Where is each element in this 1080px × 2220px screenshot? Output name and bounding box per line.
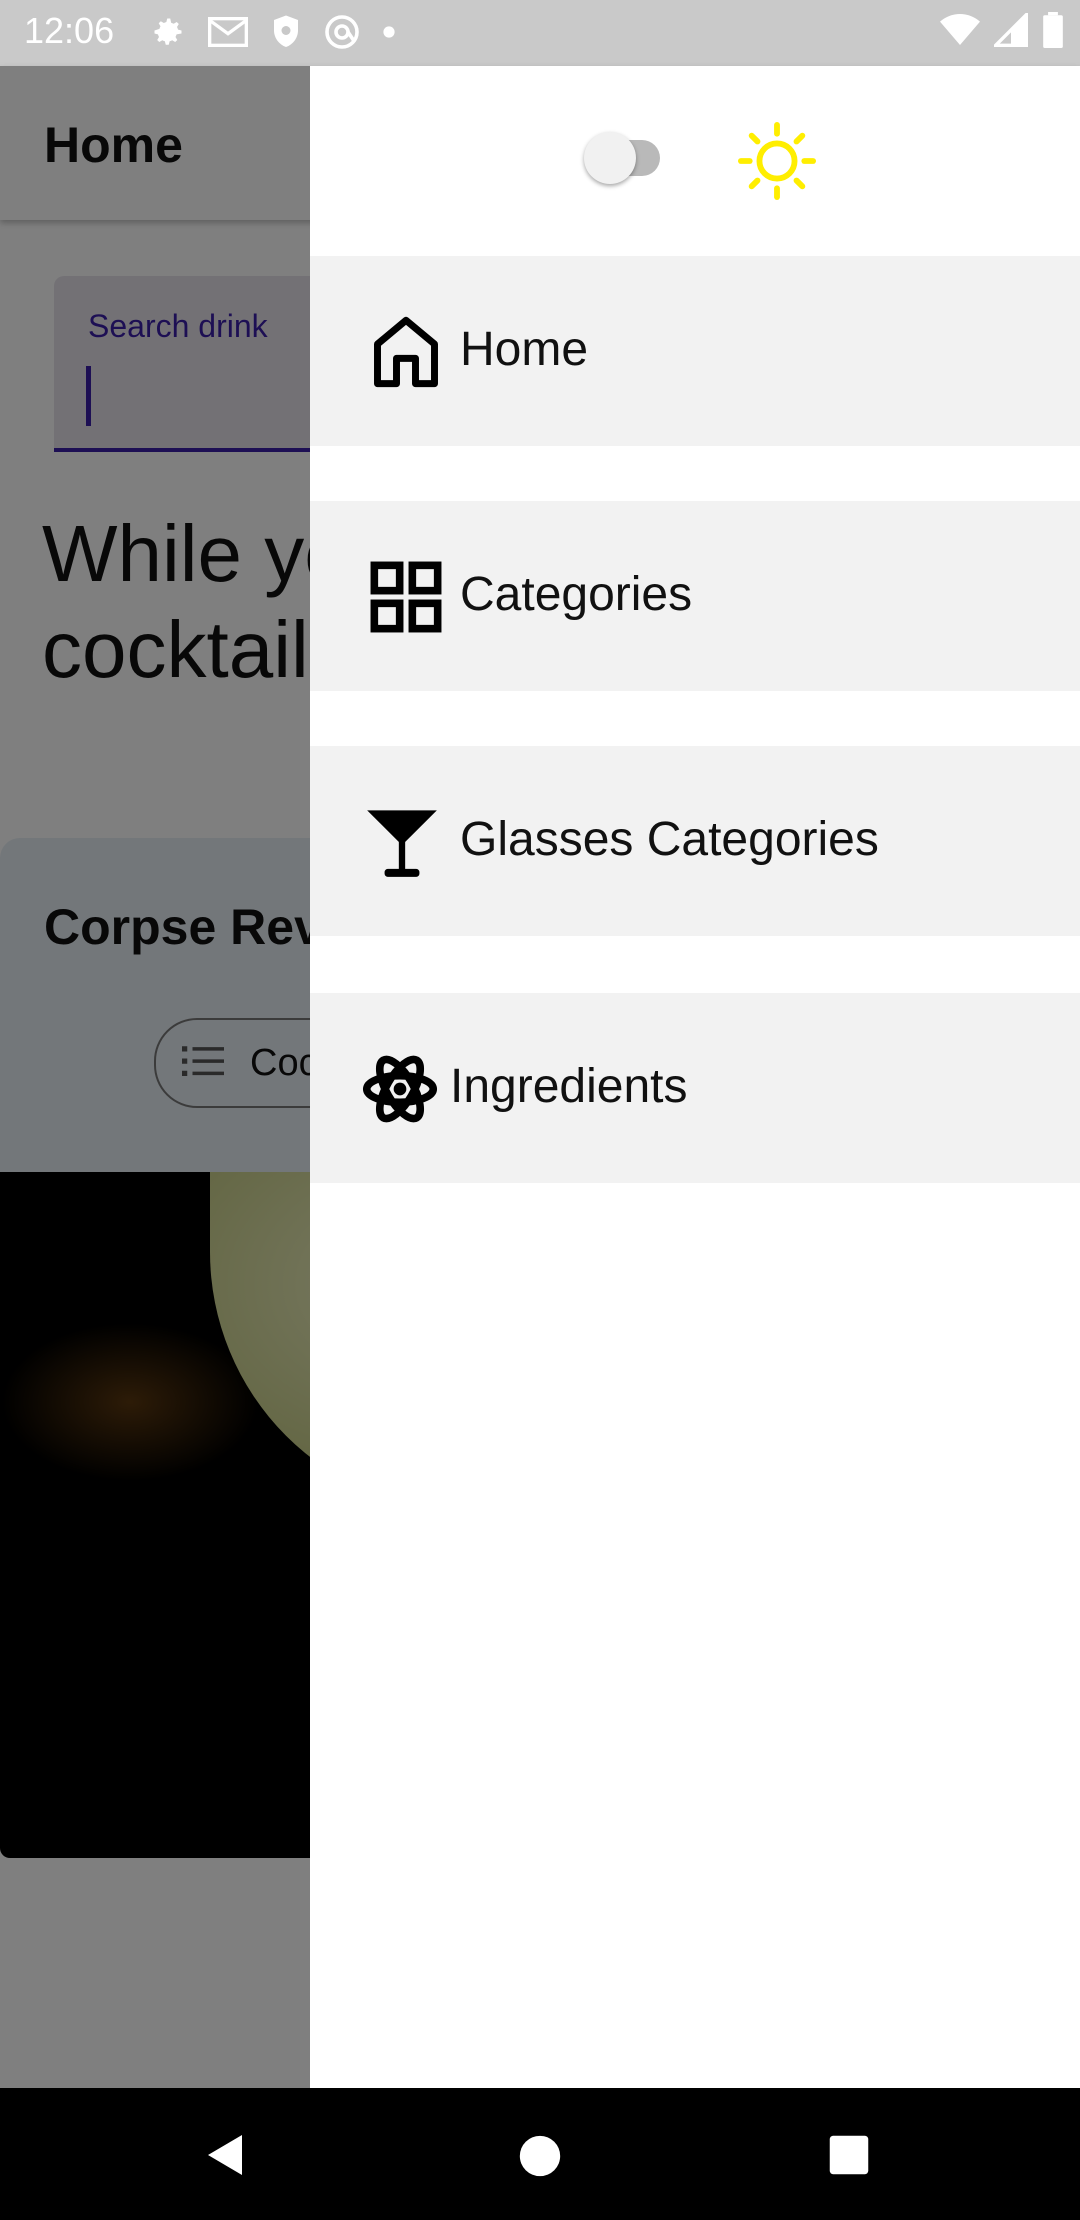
settings-icon — [154, 18, 182, 45]
theme-toggle-thumb[interactable] — [584, 132, 636, 184]
recents-square-icon[interactable] — [828, 2134, 870, 2176]
sun-icon — [738, 122, 816, 200]
theme-row — [310, 66, 1080, 256]
cellular-icon — [994, 13, 1028, 47]
status-time: 12:06 — [24, 10, 115, 51]
drawer-item-label: Ingredients — [450, 1060, 688, 1113]
drawer-item-ingredients[interactable]: Ingredients — [310, 993, 1080, 1183]
back-icon[interactable] — [202, 2130, 250, 2180]
wifi-icon — [940, 14, 980, 45]
atom-icon — [362, 1055, 438, 1123]
battery-icon — [1043, 12, 1063, 48]
drawer-item-label: Glasses Categories — [460, 813, 879, 866]
cocktail-glass-icon — [367, 810, 437, 877]
dot-icon — [383, 26, 395, 38]
drawer-item-categories[interactable]: Categories — [310, 501, 1080, 691]
drawer-item-glasses-categories[interactable]: Glasses Categories — [310, 746, 1080, 936]
home-icon — [374, 316, 438, 388]
drawer-item-label: Categories — [460, 568, 693, 621]
status-system-icons — [940, 12, 1064, 48]
status-bar: 12:06 — [0, 0, 1080, 66]
system-nav-bar — [0, 2088, 1080, 2220]
gmail-icon — [208, 17, 248, 47]
home-circle-icon[interactable] — [518, 2134, 562, 2178]
grid-icon — [370, 561, 442, 633]
drawer-item-label: Home — [460, 323, 589, 376]
shield-icon — [274, 15, 298, 47]
at-sign-icon — [325, 15, 359, 49]
navigation-drawer: Home Categories Glasses Categories Ingre… — [310, 66, 1080, 2088]
status-notification-icons — [150, 14, 396, 50]
drawer-item-home[interactable]: Home — [310, 256, 1080, 446]
